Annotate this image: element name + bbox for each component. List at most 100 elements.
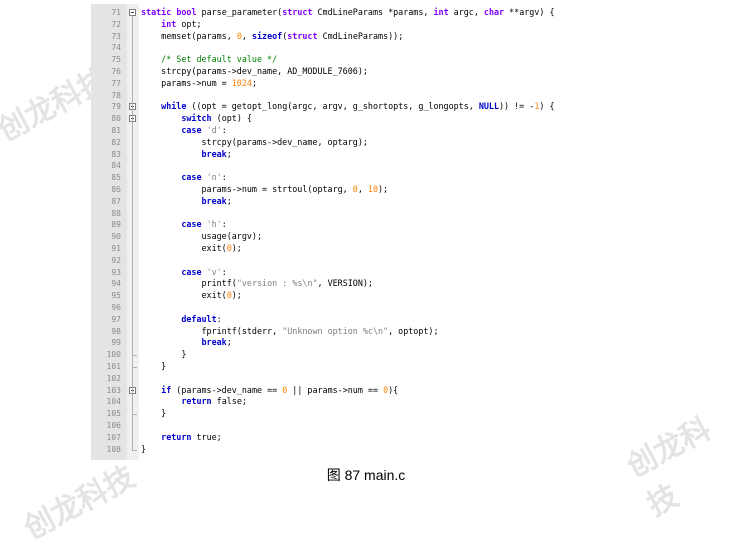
line-number: 86 bbox=[111, 185, 121, 194]
code-line: 74 bbox=[91, 42, 631, 54]
code-text: while ((opt = getopt_long(argc, argv, g_… bbox=[161, 101, 555, 112]
code-line: 73 memset(params, 0, sizeof(struct CmdLi… bbox=[91, 31, 631, 43]
line-number: 107 bbox=[106, 432, 121, 442]
code-line: 88 bbox=[91, 208, 631, 220]
code-line: 99 break; bbox=[91, 337, 631, 349]
line-number: 89 bbox=[111, 220, 121, 230]
code-line: 82 strcpy(params->dev_name, optarg); bbox=[91, 137, 631, 149]
line-number: 74 bbox=[111, 43, 121, 53]
code-text: case 'v': bbox=[181, 266, 227, 277]
code-line: 77 params->num = 1024; bbox=[91, 78, 631, 90]
code-line: 103 if (params->dev_name == 0 || params-… bbox=[91, 385, 631, 397]
code-line: 85 case 'n': bbox=[91, 172, 631, 184]
line-number: 93 bbox=[111, 267, 121, 277]
line-number: 102 bbox=[106, 373, 121, 383]
code-text: } bbox=[141, 349, 187, 360]
line-number: 90 bbox=[111, 232, 121, 242]
line-number: 105 bbox=[106, 409, 121, 419]
code-text: strcpy(params->dev_name, AD_MODULE_7606)… bbox=[141, 66, 368, 76]
code-line: 80 switch (opt) { bbox=[91, 113, 631, 125]
code-text: int opt; bbox=[161, 18, 202, 29]
line-number: 73 bbox=[111, 31, 121, 41]
code-text: fprintf(stderr, "Unknown option %c\n", o… bbox=[141, 325, 439, 336]
fold-end-marker bbox=[132, 367, 137, 368]
line-number: 91 bbox=[111, 244, 121, 253]
code-text: printf("version : %s\n", VERSION); bbox=[141, 278, 373, 289]
line-number: 103 bbox=[106, 385, 121, 395]
code-line: 92 bbox=[91, 255, 631, 267]
code-text: } bbox=[141, 361, 167, 371]
watermark: 创龙科技 bbox=[620, 411, 717, 524]
code-text: break; bbox=[201, 195, 232, 206]
code-line: 83 break; bbox=[91, 149, 631, 161]
code-editor[interactable]: 71 static bool parse_parameter(struct Cmd… bbox=[91, 4, 631, 460]
line-number: 79 bbox=[111, 102, 121, 112]
code-line: 81 case 'd': bbox=[91, 125, 631, 137]
line-number: 78 bbox=[111, 90, 121, 100]
line-number: 81 bbox=[111, 126, 121, 135]
line-number: 87 bbox=[111, 196, 121, 206]
line-number: 72 bbox=[111, 19, 121, 29]
line-number: 100 bbox=[106, 350, 121, 360]
code-text: case 'n': bbox=[181, 172, 227, 183]
code-line: 102 bbox=[91, 373, 631, 385]
line-number: 94 bbox=[111, 279, 121, 289]
line-number: 96 bbox=[111, 303, 121, 312]
code-line: 106 bbox=[91, 420, 631, 432]
code-text: strcpy(params->dev_name, optarg); bbox=[141, 136, 368, 147]
code-line: 108} bbox=[91, 444, 631, 456]
code-text: return true; bbox=[161, 431, 222, 442]
line-number: 98 bbox=[111, 326, 121, 336]
line-number: 88 bbox=[111, 208, 121, 218]
code-text: return false; bbox=[181, 396, 247, 407]
code-line: 86 params->num = strtoul(optarg, 0, 10); bbox=[91, 184, 631, 196]
line-number: 82 bbox=[111, 137, 121, 147]
code-text: break; bbox=[201, 337, 232, 348]
code-line: 78 bbox=[91, 90, 631, 102]
code-line: 87 break; bbox=[91, 196, 631, 208]
code-text: case 'd': bbox=[181, 125, 227, 135]
fold-toggle-icon[interactable] bbox=[129, 9, 136, 16]
code-line: 94 printf("version : %s\n", VERSION); bbox=[91, 278, 631, 290]
line-number: 104 bbox=[106, 397, 121, 407]
code-line: 84 bbox=[91, 160, 631, 172]
code-line: 104 return false; bbox=[91, 396, 631, 408]
line-number: 85 bbox=[111, 173, 121, 183]
line-number: 95 bbox=[111, 291, 121, 301]
line-number: 75 bbox=[111, 55, 121, 65]
code-line: 93 case 'v': bbox=[91, 267, 631, 279]
code-text: break; bbox=[201, 148, 232, 159]
line-number: 106 bbox=[106, 421, 121, 430]
line-number: 76 bbox=[111, 67, 121, 76]
code-line: 98 fprintf(stderr, "Unknown option %c\n"… bbox=[91, 326, 631, 338]
fold-end-marker bbox=[132, 414, 137, 416]
line-number: 84 bbox=[111, 161, 121, 171]
line-number: 92 bbox=[111, 255, 121, 265]
code-text: } bbox=[141, 408, 167, 419]
code-line: 95 exit(0); bbox=[91, 290, 631, 302]
code-text: static bool parse_parameter(struct CmdLi… bbox=[141, 7, 555, 17]
code-text: exit(0); bbox=[141, 290, 242, 301]
line-number: 108 bbox=[106, 444, 121, 454]
figure-caption: 图 87 main.c bbox=[326, 467, 406, 483]
line-number: 83 bbox=[111, 149, 121, 159]
code-line: 105 } bbox=[91, 408, 631, 420]
line-number: 97 bbox=[111, 314, 121, 324]
code-text: memset(params, 0, sizeof(struct CmdLineP… bbox=[141, 30, 404, 41]
code-text: exit(0); bbox=[141, 243, 242, 253]
code-text: params->num = 1024; bbox=[141, 77, 257, 88]
code-line: 89 case 'h': bbox=[91, 219, 631, 231]
code-line: 75 /* Set default value */ bbox=[91, 54, 631, 66]
code-text: usage(argv); bbox=[141, 231, 263, 242]
fold-end-marker bbox=[132, 355, 137, 357]
code-text: } bbox=[141, 443, 147, 454]
code-text: if (params->dev_name == 0 || params->num… bbox=[161, 384, 399, 395]
line-number: 71 bbox=[111, 8, 121, 17]
code-text: default: bbox=[181, 313, 222, 324]
code-line: 79 while ((opt = getopt_long(argc, argv,… bbox=[91, 101, 631, 113]
line-number: 80 bbox=[111, 114, 121, 124]
code-line: 107 return true; bbox=[91, 432, 631, 444]
code-line: 71 static bool parse_parameter(struct Cmd… bbox=[91, 7, 631, 19]
code-line: 100 } bbox=[91, 349, 631, 361]
code-line: 90 usage(argv); bbox=[91, 231, 631, 243]
